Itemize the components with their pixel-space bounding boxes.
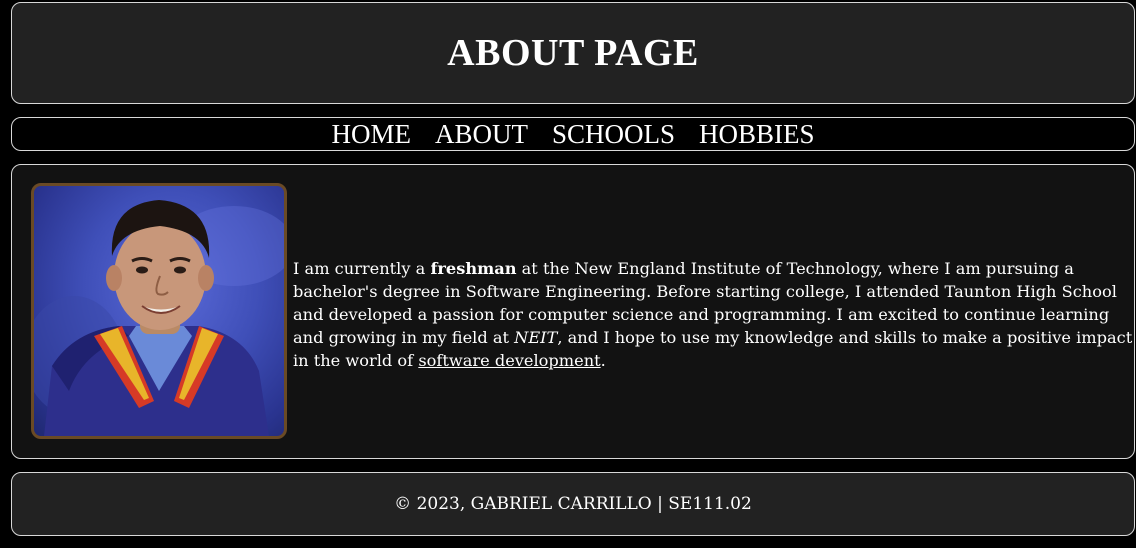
- bio-text: I am currently a: [293, 259, 431, 278]
- nav-link-schools[interactable]: SCHOOLS: [552, 118, 675, 150]
- copyright-text: © 2023, GABRIEL CARRILLO | SE111.02: [394, 494, 752, 514]
- nav-link-about[interactable]: ABOUT: [435, 118, 528, 150]
- profile-photo: [31, 183, 287, 439]
- page-header: ABOUT PAGE: [11, 2, 1135, 104]
- main-nav: HOME ABOUT SCHOOLS HOBBIES: [11, 117, 1135, 151]
- bio-paragraph: I am currently a freshman at the New Eng…: [293, 257, 1133, 372]
- about-section: I am currently a freshman at the New Eng…: [11, 164, 1135, 459]
- nav-link-hobbies[interactable]: HOBBIES: [699, 118, 815, 150]
- bio-emphasis-freshman: freshman: [430, 259, 517, 278]
- portrait-image: [34, 200, 284, 436]
- software-development-link[interactable]: software development: [418, 351, 600, 370]
- bio-emphasis-neit: NEIT: [514, 328, 558, 347]
- nav-link-home[interactable]: HOME: [331, 118, 411, 150]
- bio-text: .: [600, 351, 606, 370]
- page-footer: © 2023, GABRIEL CARRILLO | SE111.02: [11, 472, 1135, 536]
- page-title: ABOUT PAGE: [447, 32, 699, 74]
